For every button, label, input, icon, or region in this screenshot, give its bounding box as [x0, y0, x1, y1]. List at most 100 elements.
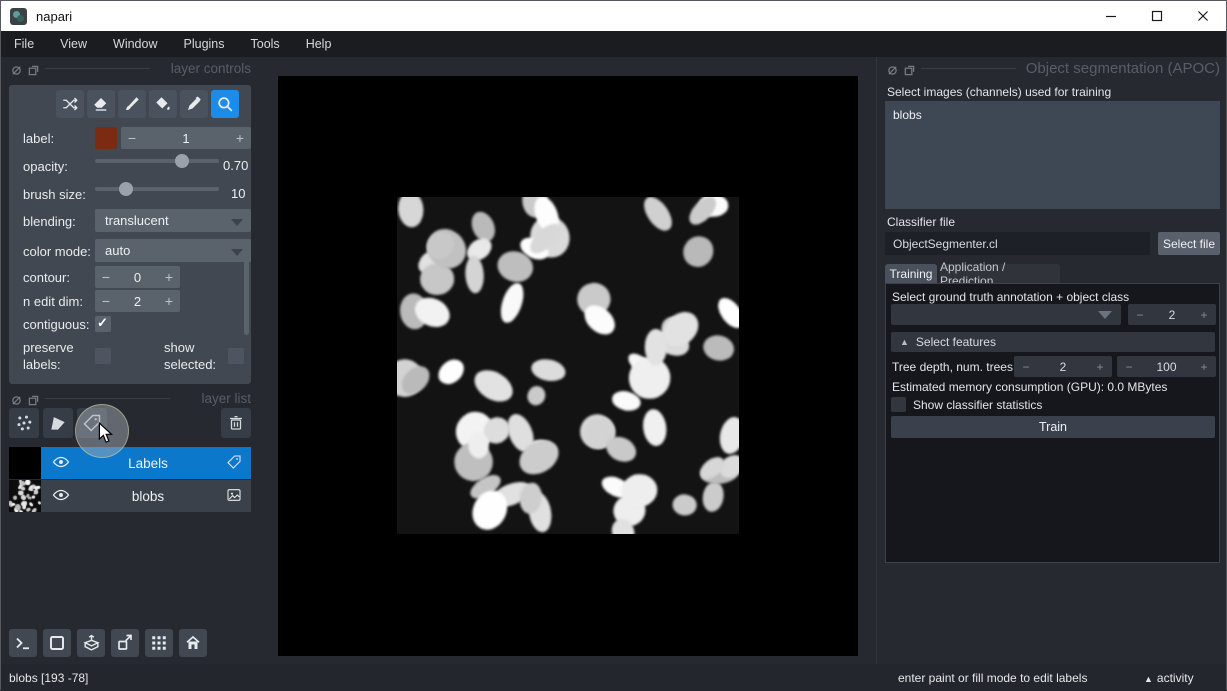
roll-dimensions-button[interactable]	[77, 629, 105, 657]
layer-row-blobs[interactable]: blobs	[41, 480, 251, 512]
delete-layer-button[interactable]	[221, 408, 251, 438]
decrement-icon[interactable]: −	[121, 130, 143, 146]
minimize-button[interactable]	[1088, 1, 1134, 31]
menu-window[interactable]: Window	[100, 31, 170, 57]
num-trees-spinbox[interactable]: − 100 +	[1117, 356, 1216, 377]
dock-splitter[interactable]	[876, 57, 877, 664]
paint-button[interactable]	[118, 90, 146, 118]
pick-color-button[interactable]	[180, 90, 208, 118]
grid-view-button[interactable]	[145, 629, 173, 657]
show-statistics-checkbox[interactable]	[891, 397, 906, 412]
training-images-listbox[interactable]: blobs	[885, 101, 1220, 209]
layer-controls-scrollbar[interactable]	[244, 255, 249, 335]
menu-plugins[interactable]: Plugins	[171, 31, 238, 57]
num-trees-value[interactable]: 100	[1141, 360, 1192, 374]
menu-view[interactable]: View	[47, 31, 100, 57]
label-color-swatch[interactable]	[95, 127, 117, 149]
brush-size-slider-handle[interactable]	[119, 182, 133, 196]
shuffle-icon	[61, 95, 79, 113]
decrement-icon[interactable]: −	[95, 269, 117, 285]
new-points-layer-button[interactable]	[9, 408, 39, 438]
transpose-dimensions-button[interactable]	[111, 629, 139, 657]
show-selected-checkbox[interactable]	[228, 348, 244, 364]
title-bar: napari	[1, 1, 1226, 31]
preserve-labels-checkbox[interactable]	[95, 348, 111, 364]
pan-zoom-button[interactable]	[211, 90, 239, 118]
decrement-icon[interactable]: −	[1128, 308, 1152, 322]
napari-window: napari File View Window Plugins Tools He…	[0, 0, 1227, 690]
cursor-coordinates: blobs [193 -78]	[9, 671, 88, 685]
list-item[interactable]: blobs	[885, 101, 1220, 122]
console-icon	[14, 634, 32, 652]
label-spinbox[interactable]: − 1 +	[121, 127, 251, 149]
dock-hide-icon[interactable]	[11, 393, 22, 404]
decrement-icon[interactable]: −	[95, 293, 117, 309]
opacity-slider-handle[interactable]	[175, 154, 189, 168]
maximize-button[interactable]	[1134, 1, 1180, 31]
label-value[interactable]: 1	[143, 131, 229, 146]
tree-depth-value[interactable]: 2	[1038, 360, 1088, 374]
visibility-eye-icon[interactable]	[52, 455, 70, 472]
select-file-button[interactable]: Select file	[1158, 232, 1220, 255]
n-edit-dim-value[interactable]: 2	[117, 294, 158, 309]
menu-tools[interactable]: Tools	[238, 31, 293, 57]
increment-icon[interactable]: +	[1192, 308, 1216, 322]
labels-layer-thumbnail	[9, 447, 41, 479]
increment-icon[interactable]: +	[229, 130, 251, 146]
blending-dropdown[interactable]: translucent	[95, 209, 251, 232]
increment-icon[interactable]: +	[158, 293, 180, 309]
trash-icon	[227, 414, 245, 432]
increment-icon[interactable]: +	[1088, 360, 1112, 374]
contour-value[interactable]: 0	[117, 270, 158, 285]
contiguous-checkbox[interactable]	[95, 316, 111, 332]
dock-float-icon[interactable]	[904, 63, 915, 74]
color-picker-icon	[185, 95, 203, 113]
home-icon	[184, 634, 202, 652]
menu-help[interactable]: Help	[293, 31, 345, 57]
color-mode-value: auto	[105, 243, 130, 258]
erase-button[interactable]	[87, 90, 115, 118]
eraser-icon	[92, 95, 110, 113]
tab-training[interactable]: Training	[885, 264, 937, 283]
home-button[interactable]	[179, 629, 207, 657]
shuffle-colors-button[interactable]	[56, 90, 84, 118]
dock-hide-icon[interactable]	[11, 63, 22, 74]
ground-truth-dropdown[interactable]	[891, 304, 1121, 325]
color-mode-dropdown[interactable]: auto	[95, 239, 251, 262]
train-button[interactable]: Train	[891, 416, 1215, 438]
increment-icon[interactable]: +	[1192, 360, 1216, 374]
console-button[interactable]	[9, 629, 37, 657]
menu-file[interactable]: File	[1, 31, 47, 57]
dock-float-icon[interactable]	[28, 393, 39, 404]
increment-icon[interactable]: +	[158, 269, 180, 285]
square-arrow-icon	[116, 634, 134, 652]
opacity-slider[interactable]	[95, 153, 219, 169]
brush-size-slider[interactable]	[95, 181, 219, 197]
object-class-spinbox[interactable]: − 2 +	[1128, 304, 1216, 325]
classifier-filename-field[interactable]: ObjectSegmenter.cl	[885, 232, 1150, 255]
visibility-eye-icon[interactable]	[52, 488, 70, 505]
close-button[interactable]	[1180, 1, 1226, 31]
activity-toggle[interactable]: ▲activity	[1144, 671, 1194, 685]
tree-depth-spinbox[interactable]: − 2 +	[1014, 356, 1112, 377]
layer-name: blobs	[70, 489, 226, 504]
dock-float-icon[interactable]	[28, 63, 39, 74]
tab-application-prediction[interactable]: Application / Prediction	[940, 264, 1060, 283]
decrement-icon[interactable]: −	[1014, 360, 1038, 374]
mouse-cursor	[96, 422, 116, 444]
new-shapes-layer-button[interactable]	[43, 408, 73, 438]
blending-label: blending:	[23, 214, 91, 229]
dock-hide-icon[interactable]	[887, 63, 898, 74]
layer-row-labels[interactable]: Labels	[41, 447, 251, 479]
ndisplay-toggle-button[interactable]	[43, 629, 71, 657]
fill-button[interactable]	[149, 90, 177, 118]
training-tab-panel: Select ground truth annotation + object …	[885, 283, 1220, 563]
ground-truth-label: Select ground truth annotation + object …	[892, 290, 1129, 304]
decrement-icon[interactable]: −	[1117, 360, 1141, 374]
contour-spinbox[interactable]: − 0 +	[95, 266, 180, 288]
canvas-viewport[interactable]	[278, 76, 858, 656]
object-class-value[interactable]: 2	[1152, 308, 1192, 322]
n-edit-dim-spinbox[interactable]: − 2 +	[95, 290, 180, 312]
select-features-button[interactable]: ▲ Select features	[891, 332, 1215, 352]
memory-estimate-label: Estimated memory consumption (GPU): 0.0 …	[892, 380, 1167, 394]
